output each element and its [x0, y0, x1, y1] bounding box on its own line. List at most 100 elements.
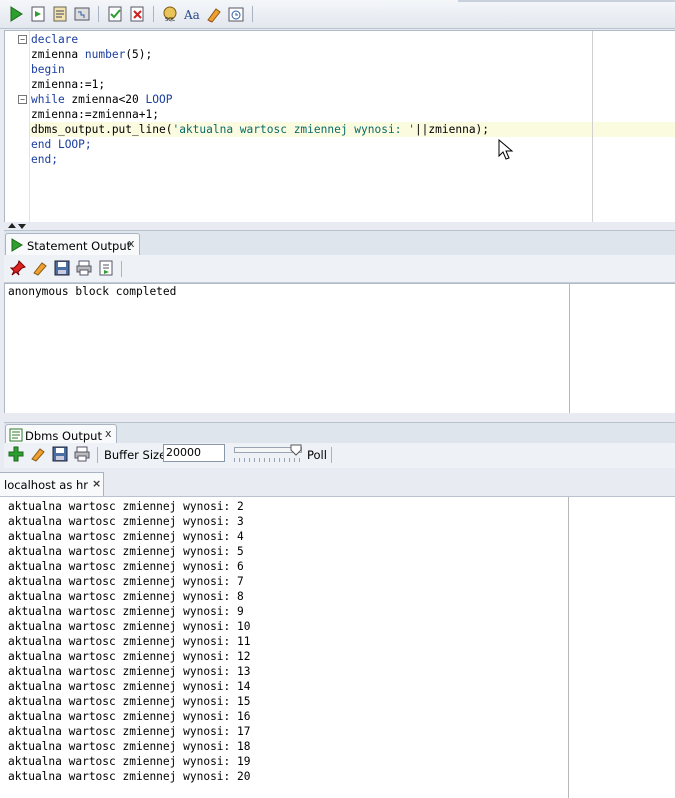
output-line: aktualna wartosc zmiennej wynosi: 5: [8, 545, 244, 558]
close-icon[interactable]: ×: [92, 477, 101, 490]
tab-strip: [458, 0, 675, 2]
code-line: zmienna:=zmienna+1;: [31, 107, 159, 122]
clear-icon[interactable]: [205, 5, 223, 23]
code-token: end;: [31, 153, 58, 166]
poll-slider-thumb[interactable]: [290, 444, 302, 456]
fold-toggle-icon[interactable]: −: [18, 35, 27, 44]
tab-label: Dbms Output: [25, 429, 102, 443]
output-line: aktualna wartosc zmiennej wynosi: 9: [8, 605, 244, 618]
eraser-icon[interactable]: [30, 446, 46, 462]
tab-connection[interactable]: localhost as hr ×: [0, 472, 104, 496]
code-token: zmienna:=zmienna+1;: [31, 108, 159, 121]
output-line: aktualna wartosc zmiennej wynosi: 11: [8, 635, 251, 648]
code-token: declare: [31, 33, 79, 46]
code-token: (5);: [125, 48, 153, 61]
output-line: aktualna wartosc zmiennej wynosi: 8: [8, 590, 244, 603]
save-icon[interactable]: [54, 260, 70, 276]
buffer-size-input[interactable]: 20000: [163, 444, 225, 462]
autotrace-icon[interactable]: [51, 5, 69, 23]
code-token: end: [31, 138, 58, 151]
connection-tabbar: localhost as hr ×: [0, 469, 675, 497]
code-token: 'aktualna wartosc zmiennej wynosi: ': [172, 123, 415, 136]
print-icon[interactable]: [74, 446, 90, 462]
output-line: aktualna wartosc zmiennej wynosi: 3: [8, 515, 244, 528]
tab-dbms-output[interactable]: Dbms Output x: [5, 424, 117, 445]
fold-toggle-icon[interactable]: −: [18, 95, 27, 104]
save-icon[interactable]: [52, 446, 68, 462]
code-token: dbms_output.put_line(: [31, 123, 173, 136]
code-token: LOOP;: [57, 138, 92, 151]
code-token: number: [84, 48, 126, 61]
run-script-icon[interactable]: [29, 5, 47, 23]
rollback-icon[interactable]: [128, 5, 146, 23]
dbms-output-icon: [9, 428, 23, 442]
output-line: aktualna wartosc zmiennej wynosi: 4: [8, 530, 244, 543]
output-line: aktualna wartosc zmiennej wynosi: 7: [8, 575, 244, 588]
pin-icon[interactable]: [10, 260, 26, 276]
code-token: while: [31, 93, 65, 106]
commit-icon[interactable]: [106, 5, 124, 23]
code-line: zmienna:=1;: [31, 77, 105, 92]
output-line: aktualna wartosc zmiennej wynosi: 13: [8, 665, 251, 678]
explain-plan-icon[interactable]: [73, 5, 91, 23]
code-line: while zmienna<20 LOOP: [31, 92, 172, 107]
close-icon[interactable]: x: [128, 237, 135, 250]
eraser-icon[interactable]: [32, 260, 48, 276]
connection-tab-label: localhost as hr: [4, 478, 88, 492]
svg-text:Aa: Aa: [183, 8, 200, 22]
splitter-arrows-icon[interactable]: [7, 222, 27, 230]
code-line: end LOOP;: [31, 137, 92, 152]
code-token: zmienna<20: [64, 93, 146, 106]
print-icon[interactable]: [76, 260, 92, 276]
code-line: begin: [31, 62, 65, 77]
output-line: aktualna wartosc zmiennej wynosi: 16: [8, 710, 251, 723]
code-line: declare: [31, 32, 78, 47]
output-line: aktualna wartosc zmiennej wynosi: 10: [8, 620, 251, 633]
tab-statement-output[interactable]: Statement Output x: [5, 233, 140, 256]
output-line: aktualna wartosc zmiennej wynosi: 15: [8, 695, 251, 708]
code-line: dbms_output.put_line('aktualna wartosc z…: [31, 122, 489, 137]
output-line: aktualna wartosc zmiennej wynosi: 20: [8, 770, 251, 783]
worksheet-toolbar: SQL Aa: [0, 0, 675, 29]
run-icon[interactable]: [7, 5, 25, 23]
format-icon[interactable]: Aa: [183, 5, 201, 23]
sql-editor[interactable]: − − declare zmienna number(5); begin zmienn…: [4, 30, 675, 224]
output-line: aktualna wartosc zmiennej wynosi: 12: [8, 650, 251, 663]
statement-output-area[interactable]: anonymous block completed: [4, 283, 675, 414]
close-icon[interactable]: x: [105, 427, 112, 440]
dbms-output-area[interactable]: aktualna wartosc zmiennej wynosi: 2 aktua…: [0, 497, 675, 798]
output-line: aktualna wartosc zmiennej wynosi: 18: [8, 740, 251, 753]
dbms-output-tabbar: Dbms Output x: [4, 422, 675, 445]
code-line: end;: [31, 152, 58, 167]
output-line: aktualna wartosc zmiennej wynosi: 17: [8, 725, 251, 738]
statement-output-toolbar: [4, 255, 675, 283]
output-line: aktualna wartosc zmiennej wynosi: 6: [8, 560, 244, 573]
output-line: aktualna wartosc zmiennej wynosi: 2: [8, 500, 244, 513]
dbms-output-toolbar: Buffer Size: 20000 Poll: [4, 443, 675, 468]
code-token: zmienna:=1;: [31, 78, 106, 91]
code-token: zmienna: [31, 48, 85, 61]
output-line: aktualna wartosc zmiennej wynosi: 19: [8, 755, 251, 768]
export-icon[interactable]: [98, 260, 114, 276]
code-line: zmienna number(5);: [31, 47, 152, 62]
history-icon[interactable]: [227, 5, 245, 23]
buffer-size-label: Buffer Size:: [104, 448, 171, 462]
run-icon: [11, 238, 23, 252]
editor-splitter[interactable]: [4, 222, 675, 230]
code-token: begin: [31, 63, 65, 76]
output-line: aktualna wartosc zmiennej wynosi: 14: [8, 680, 251, 693]
mouse-pointer-icon: [498, 139, 514, 160]
tab-label: Statement Output: [27, 239, 132, 253]
panel-splitter[interactable]: [4, 413, 675, 422]
editor-gutter: [5, 31, 16, 223]
poll-label: Poll: [307, 448, 327, 462]
right-margin-line: [592, 31, 593, 223]
poll-slider-ticks: [234, 458, 300, 462]
statement-output-text: anonymous block completed: [8, 285, 177, 298]
sql-tuning-icon[interactable]: SQL: [161, 5, 179, 23]
svg-text:SQL: SQL: [165, 17, 175, 23]
statement-output-tabbar: Statement Output x: [4, 230, 675, 256]
code-token: LOOP: [145, 93, 173, 106]
add-icon[interactable]: [8, 446, 24, 462]
code-token: ||zmienna);: [414, 123, 490, 136]
